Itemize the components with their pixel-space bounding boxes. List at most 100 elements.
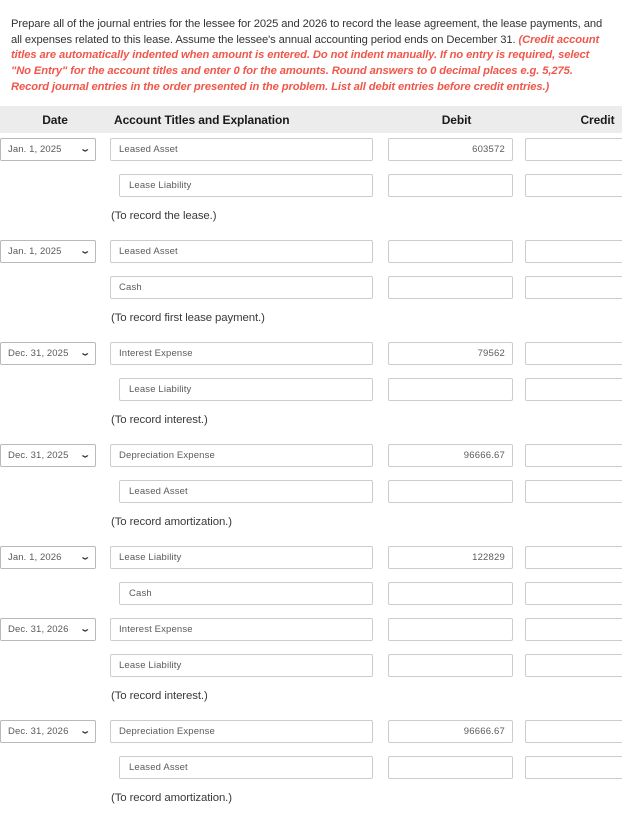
credit-amount-input[interactable] (525, 618, 622, 641)
date-select-value: Jan. 1, 2025 (8, 144, 62, 155)
credit-amount-input[interactable] (525, 480, 622, 503)
debit-amount-input[interactable] (388, 480, 513, 503)
debit-cell (388, 235, 525, 271)
account-title-input[interactable]: Interest Expense (110, 618, 373, 641)
account-title-input[interactable]: Leased Asset (110, 240, 373, 263)
account-cell: Leased Asset (110, 751, 388, 787)
narrative-credit-spacer (525, 511, 622, 541)
date-cell: Dec. 31, 2025⌄ (0, 439, 110, 475)
credit-input-wrapper (525, 271, 622, 299)
debit-amount-input[interactable] (388, 618, 513, 641)
debit-amount-input[interactable] (388, 756, 513, 779)
debit-amount-input[interactable]: 603572 (388, 138, 513, 161)
credit-amount-input[interactable] (525, 720, 622, 743)
debit-amount-input[interactable]: 122829 (388, 546, 513, 569)
date-cell (0, 373, 110, 409)
credit-amount-input[interactable] (525, 582, 622, 605)
date-select-value: Dec. 31, 2025 (8, 450, 68, 461)
debit-cell (388, 271, 525, 307)
narrative-cell: (To record first lease payment.) (110, 307, 388, 337)
date-select[interactable]: Jan. 1, 2025⌄ (0, 240, 96, 263)
narrative-cell: (To record the lease.) (110, 205, 388, 235)
date-select-value: Jan. 1, 2026 (8, 552, 62, 563)
credit-amount-input[interactable] (525, 276, 622, 299)
debit-amount-input[interactable] (388, 240, 513, 263)
chevron-down-icon: ⌄ (79, 350, 90, 359)
account-input-wrapper: Lease Liability (110, 169, 388, 197)
date-select[interactable]: Dec. 31, 2025⌄ (0, 342, 96, 365)
credit-cell (525, 337, 622, 373)
account-cell: Interest Expense (110, 337, 388, 373)
debit-cell: 122829 (388, 541, 525, 577)
date-select[interactable]: Jan. 1, 2025⌄ (0, 138, 96, 161)
account-title-input[interactable]: Lease Liability (110, 546, 373, 569)
account-input-wrapper: Leased Asset (110, 475, 388, 503)
debit-amount-input[interactable] (388, 654, 513, 677)
debit-amount-input[interactable] (388, 378, 513, 401)
account-input-wrapper: Interest Expense (110, 613, 388, 641)
date-select[interactable]: Jan. 1, 2026⌄ (0, 546, 96, 569)
credit-amount-input[interactable] (525, 138, 622, 161)
date-select[interactable]: Dec. 31, 2025⌄ (0, 444, 96, 467)
account-title-input[interactable]: Leased Asset (119, 756, 373, 779)
credit-amount-input[interactable] (525, 378, 622, 401)
credit-amount-input[interactable] (525, 546, 622, 569)
narrative-cell: (To record amortization.) (110, 511, 388, 541)
credit-cell (525, 751, 622, 787)
credit-amount-input[interactable] (525, 654, 622, 677)
narrative-text: (To record first lease payment.) (110, 307, 388, 324)
date-cell: Jan. 1, 2025⌄ (0, 133, 110, 169)
account-title-input[interactable]: Leased Asset (110, 138, 373, 161)
debit-input-wrapper (388, 169, 525, 197)
debit-amount-input[interactable]: 96666.67 (388, 720, 513, 743)
account-input-wrapper: Depreciation Expense (110, 715, 388, 743)
credit-input-wrapper (525, 169, 622, 197)
column-header-account: Account Titles and Explanation (110, 106, 388, 133)
account-cell: Lease Liability (110, 649, 388, 685)
debit-amount-input[interactable]: 96666.67 (388, 444, 513, 467)
credit-cell (525, 577, 622, 613)
account-title-input[interactable]: Depreciation Expense (110, 720, 373, 743)
narrative-cell: (To record interest.) (110, 685, 388, 715)
account-title-input[interactable]: Leased Asset (119, 480, 373, 503)
narrative-date-spacer (0, 511, 110, 541)
account-title-input[interactable]: Lease Liability (110, 654, 373, 677)
narrative-debit-spacer (388, 787, 525, 817)
credit-cell (525, 541, 622, 577)
credit-amount-input[interactable] (525, 174, 622, 197)
credit-amount-input[interactable] (525, 756, 622, 779)
debit-cell (388, 373, 525, 409)
journal-entry-row: Lease Liability (0, 649, 622, 685)
debit-amount-input[interactable] (388, 582, 513, 605)
narrative-credit-spacer (525, 409, 622, 439)
date-cell (0, 169, 110, 205)
debit-cell: 603572 (388, 133, 525, 169)
account-title-input[interactable]: Depreciation Expense (110, 444, 373, 467)
debit-input-wrapper (388, 751, 525, 779)
date-select[interactable]: Dec. 31, 2026⌄ (0, 720, 96, 743)
account-input-wrapper: Leased Asset (110, 751, 388, 779)
account-cell: Leased Asset (110, 133, 388, 169)
journal-entry-row: Lease Liability (0, 169, 622, 205)
credit-amount-input[interactable] (525, 444, 622, 467)
account-title-input[interactable]: Lease Liability (119, 378, 373, 401)
account-title-input[interactable]: Cash (119, 582, 373, 605)
debit-amount-input[interactable] (388, 174, 513, 197)
debit-amount-input[interactable]: 79562 (388, 342, 513, 365)
credit-cell (525, 649, 622, 685)
account-title-input[interactable]: Interest Expense (110, 342, 373, 365)
debit-amount-input[interactable] (388, 276, 513, 299)
account-input-wrapper: Leased Asset (110, 133, 388, 161)
account-cell: Leased Asset (110, 235, 388, 271)
narrative-debit-spacer (388, 409, 525, 439)
credit-amount-input[interactable] (525, 240, 622, 263)
credit-amount-input[interactable] (525, 342, 622, 365)
credit-input-wrapper (525, 439, 622, 467)
account-cell: Lease Liability (110, 169, 388, 205)
account-title-input[interactable]: Lease Liability (119, 174, 373, 197)
account-title-input[interactable]: Cash (110, 276, 373, 299)
date-select-wrapper: Dec. 31, 2025⌄ (0, 337, 110, 365)
column-header-date: Date (0, 106, 110, 133)
problem-instructions: Prepare all of the journal entries for t… (0, 11, 622, 95)
date-select[interactable]: Dec. 31, 2026⌄ (0, 618, 96, 641)
